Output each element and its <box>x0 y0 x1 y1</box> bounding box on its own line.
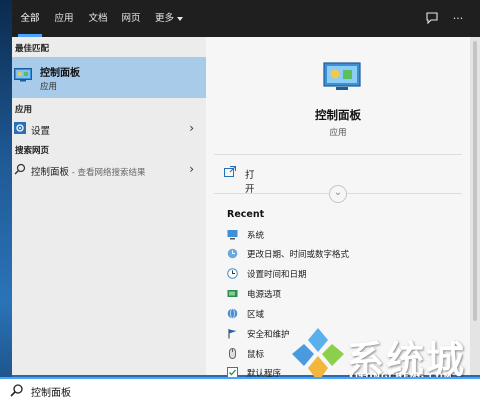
settings-result[interactable]: 设置 › <box>12 118 206 138</box>
tab-documents[interactable]: 文档 <box>86 0 110 37</box>
control-panel-large-icon <box>323 62 361 92</box>
control-panel-icon <box>14 68 32 82</box>
web-search-result[interactable]: 控制面板 - 查看网络搜索结果 › <box>12 159 206 179</box>
settings-label: 设置 <box>31 126 51 137</box>
best-match-subtitle: 应用 <box>40 82 58 92</box>
settings-gear-icon <box>14 122 26 134</box>
monitor-icon <box>227 229 238 240</box>
open-label: 打开 <box>245 170 255 195</box>
search-icon <box>10 383 24 397</box>
chevron-down-icon <box>177 16 183 21</box>
apps-heading: 应用 <box>15 105 33 115</box>
battery-icon <box>227 288 238 299</box>
scrollbar-thumb[interactable] <box>473 41 477 321</box>
preview-scrollbar[interactable] <box>470 37 480 375</box>
preview-pane: 控制面板 应用 打开 ⌄ Recent 系统 更改日期、时间或数字格式 设置时间… <box>206 37 470 379</box>
preview-subtitle: 应用 <box>329 128 347 138</box>
tab-web[interactable]: 网页 <box>119 0 143 37</box>
chevron-right-icon[interactable]: › <box>189 121 194 135</box>
open-icon <box>224 166 236 177</box>
best-match-title: 控制面板 <box>40 68 80 79</box>
web-search-label: 控制面板 - 查看网络搜索结果 <box>31 167 146 178</box>
feedback-icon[interactable] <box>424 11 440 27</box>
best-match-result[interactable]: 控制面板 应用 <box>12 57 206 98</box>
expand-chevron-icon[interactable]: ⌄ <box>329 185 347 203</box>
search-scope-tabs: 全部 应用 文档 网页 更多 ··· <box>12 0 480 37</box>
flag-icon <box>227 328 238 339</box>
clock-icon <box>227 268 238 279</box>
globe-clock-icon <box>227 248 238 259</box>
search-box[interactable]: 控制面板 <box>0 377 480 402</box>
best-match-heading: 最佳匹配 <box>15 44 50 54</box>
results-list: 最佳匹配 控制面板 应用 应用 设置 › 搜索网页 控制面板 - 查看网络搜索结… <box>12 37 206 375</box>
globe-icon <box>227 308 238 319</box>
divider <box>214 154 462 155</box>
more-options-icon[interactable]: ··· <box>450 11 466 27</box>
web-search-heading: 搜索网页 <box>15 146 50 156</box>
tab-apps[interactable]: 应用 <box>52 0 76 37</box>
search-input[interactable]: 控制面板 <box>31 384 71 399</box>
search-icon <box>14 163 26 175</box>
desktop-background <box>0 0 12 402</box>
chevron-right-icon[interactable]: › <box>189 162 194 176</box>
tab-all[interactable]: 全部 <box>18 0 42 37</box>
preview-title: 控制面板 <box>315 108 361 122</box>
tab-more[interactable]: 更多 <box>151 0 187 37</box>
mouse-icon <box>227 348 238 359</box>
recent-heading: Recent <box>227 209 265 220</box>
